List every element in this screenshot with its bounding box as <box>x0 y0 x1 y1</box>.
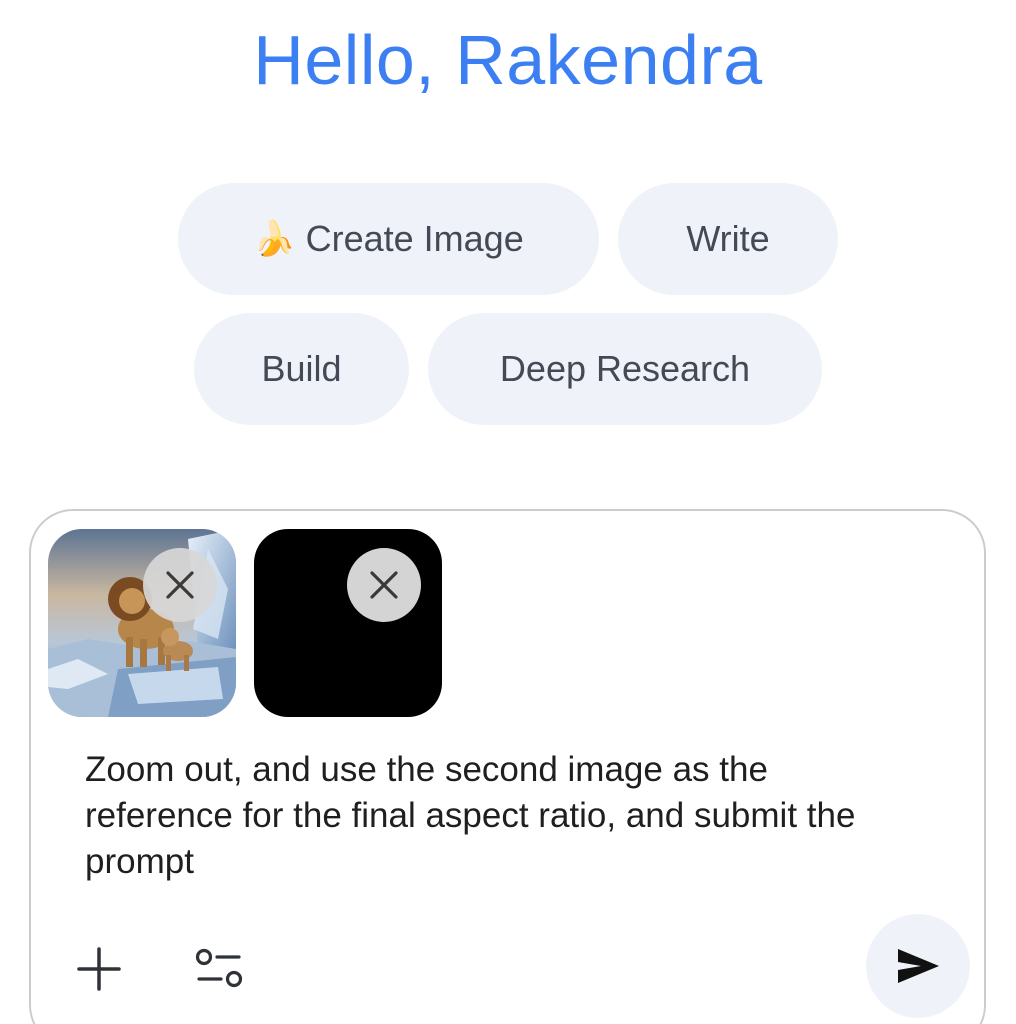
write-chip[interactable]: Write <box>618 183 838 295</box>
prompt-composer: Zoom out, and use the second image as th… <box>29 509 986 1024</box>
write-label: Write <box>686 218 770 259</box>
lion-image <box>48 529 236 717</box>
tune-icon <box>195 948 243 988</box>
create-image-label: Create Image <box>305 218 524 259</box>
deep-research-chip[interactable]: Deep Research <box>428 313 822 425</box>
create-image-chip[interactable]: 🍌 Create Image <box>178 183 599 295</box>
build-label: Build <box>261 348 342 389</box>
send-icon <box>898 949 939 983</box>
add-attachment-button[interactable] <box>69 939 129 999</box>
remove-attachment-1-button[interactable] <box>143 548 217 622</box>
greeting-title: Hello, Rakendra <box>253 21 763 99</box>
deep-research-label: Deep Research <box>499 348 751 389</box>
app-screen: Hello, Rakendra 🍌 Create Image Write Bui… <box>0 0 1016 1024</box>
attachment-thumbnail-lion[interactable] <box>48 529 236 717</box>
close-icon <box>166 571 194 599</box>
tools-button[interactable] <box>189 939 249 999</box>
attachment-thumbnail-black[interactable] <box>254 529 442 717</box>
build-chip[interactable]: Build <box>194 313 409 425</box>
send-button[interactable] <box>866 914 970 1018</box>
close-icon <box>370 571 398 599</box>
remove-attachment-2-button[interactable] <box>347 548 421 622</box>
plus-icon <box>77 947 121 991</box>
prompt-input[interactable]: Zoom out, and use the second image as th… <box>85 747 925 885</box>
banana-icon: 🍌 <box>253 220 296 258</box>
